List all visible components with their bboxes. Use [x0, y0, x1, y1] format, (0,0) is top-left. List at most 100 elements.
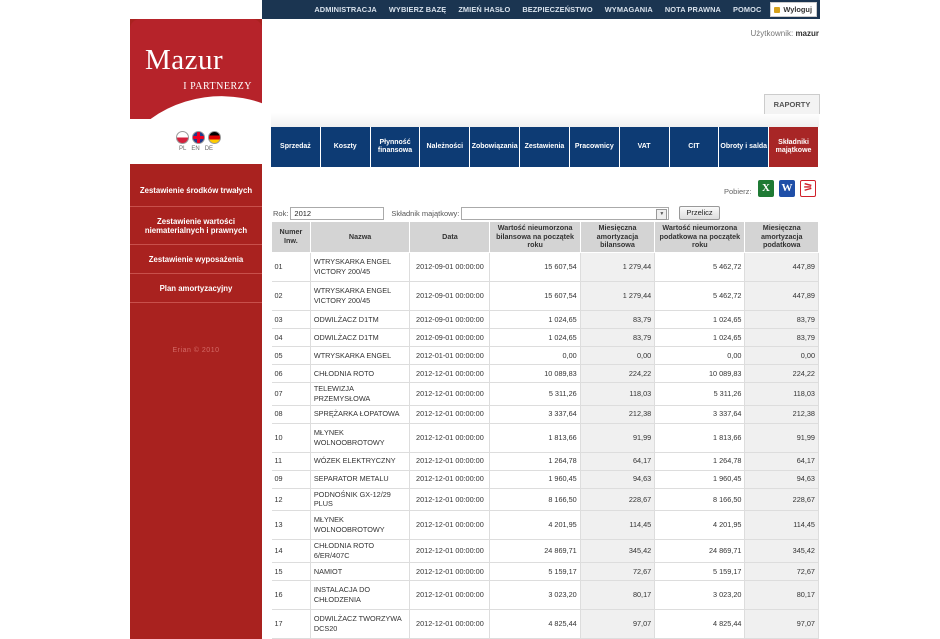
category-koszty[interactable]: Koszty — [320, 127, 371, 167]
cell-nazwa: NAMIOT — [310, 562, 411, 581]
cell-data: 2012-12-01 00:00:00 — [409, 539, 491, 563]
flag-en-icon[interactable] — [192, 131, 205, 144]
tab-raporty[interactable]: RAPORTY — [764, 94, 820, 114]
cell-amortyzacja-bilansowa: 80,17 — [580, 580, 656, 610]
cell-numer: 09 — [271, 470, 311, 489]
cell-numer: 16 — [271, 580, 311, 610]
cell-numer: 08 — [271, 405, 311, 424]
logout-button[interactable]: Wyloguj — [770, 2, 817, 17]
category-pracownicy[interactable]: Pracownicy — [569, 127, 620, 167]
category-cit[interactable]: CIT — [669, 127, 720, 167]
cell-amortyzacja-bilansowa: 228,67 — [580, 488, 656, 512]
category-vat[interactable]: VAT — [619, 127, 670, 167]
category-zestawienia[interactable]: Zestawienia — [520, 127, 570, 167]
table-row[interactable]: 01 WTRYSKARKA ENGEL VICTORY 200/45 2012-09… — [271, 252, 819, 282]
sidebar-item-plan-amortyzacyjny[interactable]: Plan amortyzacyjny — [130, 274, 262, 303]
cell-nazwa: ODWILŻACZ D1TM — [310, 310, 411, 329]
cell-amortyzacja-podatkowa: 118,03 — [744, 382, 819, 406]
table-row[interactable]: 06 CHŁODNIA ROTO 2012-12-01 00:00:00 10 089… — [271, 364, 819, 383]
cell-amortyzacja-podatkowa: 91,99 — [744, 423, 819, 453]
category-obroty-i-salda[interactable]: Obroty i salda — [719, 127, 770, 167]
nav-wymagania[interactable]: WYMAGANIA — [599, 5, 659, 14]
cell-wartosc-podatkowa: 1 024,65 — [654, 310, 746, 329]
cell-nazwa: INSTALACJA DO CHŁODZENIA — [310, 580, 411, 610]
asset-select[interactable]: ▼ — [461, 206, 670, 220]
category-plynnosc-finansowa[interactable]: Płynność finansowa — [370, 127, 421, 167]
cell-nazwa: CHŁODNIA ROTO 6/ER/407C — [310, 539, 411, 563]
cell-wartosc-podatkowa: 5 462,72 — [654, 252, 746, 282]
year-input[interactable]: 2012 — [290, 206, 385, 220]
cell-data: 2012-12-01 00:00:00 — [409, 488, 491, 512]
cell-numer: 03 — [271, 310, 311, 329]
cell-amortyzacja-podatkowa: 114,45 — [744, 510, 819, 541]
table-row[interactable]: 16 INSTALACJA DO CHŁODZENIA 2012-12-01 00:… — [271, 580, 819, 610]
cell-wartosc-podatkowa: 5 462,72 — [654, 281, 746, 311]
cell-data: 2012-01-01 00:00:00 — [409, 346, 491, 365]
nav-administracja[interactable]: ADMINISTRACJA — [308, 5, 382, 14]
table-row[interactable]: 12 PODNOŚNIK GX-12/29 PLUS 2012-12-01 00:0… — [271, 488, 819, 512]
col-header-numer[interactable]: Numer Inw. — [271, 221, 311, 253]
export-label: Pobierz: — [724, 187, 752, 196]
nav-pomoc[interactable]: POMOC — [727, 5, 767, 14]
table-row[interactable]: 10 MŁYNEK WOLNOOBROTOWY 2012-12-01 00:00:0… — [271, 423, 819, 453]
cell-wartosc-podatkowa: 10 089,83 — [654, 364, 746, 383]
assets-table: Numer Inw. Nazwa Data Wartość nieumorzon… — [271, 221, 819, 639]
col-header-nazwa[interactable]: Nazwa — [309, 221, 411, 253]
cell-nazwa: SPRĘŻARKA ŁOPATOWA — [310, 405, 411, 424]
nav-bezpieczenstwo[interactable]: BEZPIECZEŃSTWO — [516, 5, 598, 14]
sidebar-item-srodki-trwale[interactable]: Zestawienie środków trwałych — [130, 174, 262, 207]
user-label: Użytkownik: — [750, 29, 794, 38]
col-header-amortyzacja-podatkowa[interactable]: Miesięczna amortyzacja podatkowa — [744, 221, 819, 253]
nav-nota-prawna[interactable]: NOTA PRAWNA — [659, 5, 727, 14]
cell-amortyzacja-bilansowa: 1 279,44 — [580, 281, 656, 311]
lang-pl[interactable]: PL — [179, 146, 186, 152]
cell-wartosc-bilansowa: 3 337,64 — [489, 405, 581, 424]
table-row[interactable]: 17 ODWILŻACZ TWORZYWA DCS20 2012-12-01 00:… — [271, 609, 819, 639]
col-header-amortyzacja-bilansowa[interactable]: Miesięczna amortyzacja bilansowa — [579, 221, 656, 253]
category-zobowiazania[interactable]: Zobowiązania — [470, 127, 521, 167]
table-row[interactable]: 02 WTRYSKARKA ENGEL VICTORY 200/45 2012-09… — [271, 281, 819, 311]
sidebar-item-wartosci-niematerialne[interactable]: Zestawienie wartości niematerialnych i p… — [130, 207, 262, 245]
cell-amortyzacja-bilansowa: 345,42 — [580, 539, 656, 563]
cell-amortyzacja-podatkowa: 447,89 — [744, 252, 819, 282]
cell-numer: 05 — [271, 346, 311, 365]
table-row[interactable]: 11 WÓZEK ELEKTRYCZNY 2012-12-01 00:00:00 1 … — [271, 452, 819, 471]
category-sprzedaz[interactable]: Sprzedaż — [271, 127, 321, 167]
flag-de-icon[interactable] — [208, 131, 221, 144]
table-row[interactable]: 13 MŁYNEK WOLNOOBROTOWY 2012-12-01 00:00:0… — [271, 510, 819, 541]
cell-amortyzacja-podatkowa: 228,67 — [744, 488, 819, 512]
category-naleznosci[interactable]: Należności — [420, 127, 471, 167]
excel-icon[interactable]: X — [758, 180, 774, 197]
category-skladniki-majatkowe[interactable]: Składniki majątkowe — [769, 127, 819, 167]
col-header-data[interactable]: Data — [409, 221, 491, 253]
table-row[interactable]: 09 SEPARATOR METALU 2012-12-01 00:00:00 1 9… — [271, 470, 819, 489]
nav-zmien-haslo[interactable]: ZMIEŃ HASŁO — [452, 5, 516, 14]
table-row[interactable]: 15 NAMIOT 2012-12-01 00:00:00 5 159,17 72,67… — [271, 562, 819, 581]
table-row[interactable]: 03 ODWILŻACZ D1TM 2012-09-01 00:00:00 1 024… — [271, 310, 819, 329]
table-row[interactable]: 14 CHŁODNIA ROTO 6/ER/407C 2012-12-01 00:0… — [271, 539, 819, 563]
cell-wartosc-bilansowa: 1 813,66 — [489, 423, 581, 453]
cell-amortyzacja-bilansowa: 212,38 — [580, 405, 656, 424]
cell-amortyzacja-podatkowa: 345,42 — [744, 539, 819, 563]
cell-amortyzacja-bilansowa: 1 279,44 — [580, 252, 656, 282]
recalculate-button[interactable]: Przelicz — [679, 206, 720, 220]
table-row[interactable]: 05 WTRYSKARKA ENGEL 2012-01-01 00:00:00 0,0… — [271, 346, 819, 365]
cell-nazwa: WÓZEK ELEKTRYCZNY — [310, 452, 411, 471]
nav-wybierz-baze[interactable]: WYBIERZ BAZĘ — [383, 5, 452, 14]
cell-amortyzacja-podatkowa: 64,17 — [744, 452, 819, 471]
col-header-wartosc-podatkowa[interactable]: Wartość nieumorzona podatkowa na począte… — [654, 221, 746, 253]
cell-numer: 17 — [271, 609, 311, 639]
table-row[interactable]: 04 ODWILŻACZ D1TM 2012-09-01 00:00:00 1 024… — [271, 328, 819, 347]
chevron-down-icon[interactable]: ▼ — [656, 208, 668, 220]
col-header-wartosc-bilansowa[interactable]: Wartość nieumorzona bilansowa na począte… — [489, 221, 581, 253]
flag-pl-icon[interactable] — [176, 131, 189, 144]
sidebar-item-wyposazenie[interactable]: Zestawienie wyposażenia — [130, 245, 262, 274]
table-row[interactable]: 07 TELEWIZJA PRZEMYSŁOWA 2012-12-01 00:00:… — [271, 382, 819, 406]
cell-amortyzacja-podatkowa: 72,67 — [744, 562, 819, 581]
table-row[interactable]: 08 SPRĘŻARKA ŁOPATOWA 2012-12-01 00:00:00 3… — [271, 405, 819, 424]
lang-en[interactable]: EN — [191, 146, 199, 152]
pdf-icon[interactable]: ⚞ — [800, 180, 816, 197]
cell-wartosc-podatkowa: 3 337,64 — [654, 405, 746, 424]
lang-de[interactable]: DE — [205, 146, 213, 152]
word-icon[interactable]: W — [779, 180, 795, 197]
